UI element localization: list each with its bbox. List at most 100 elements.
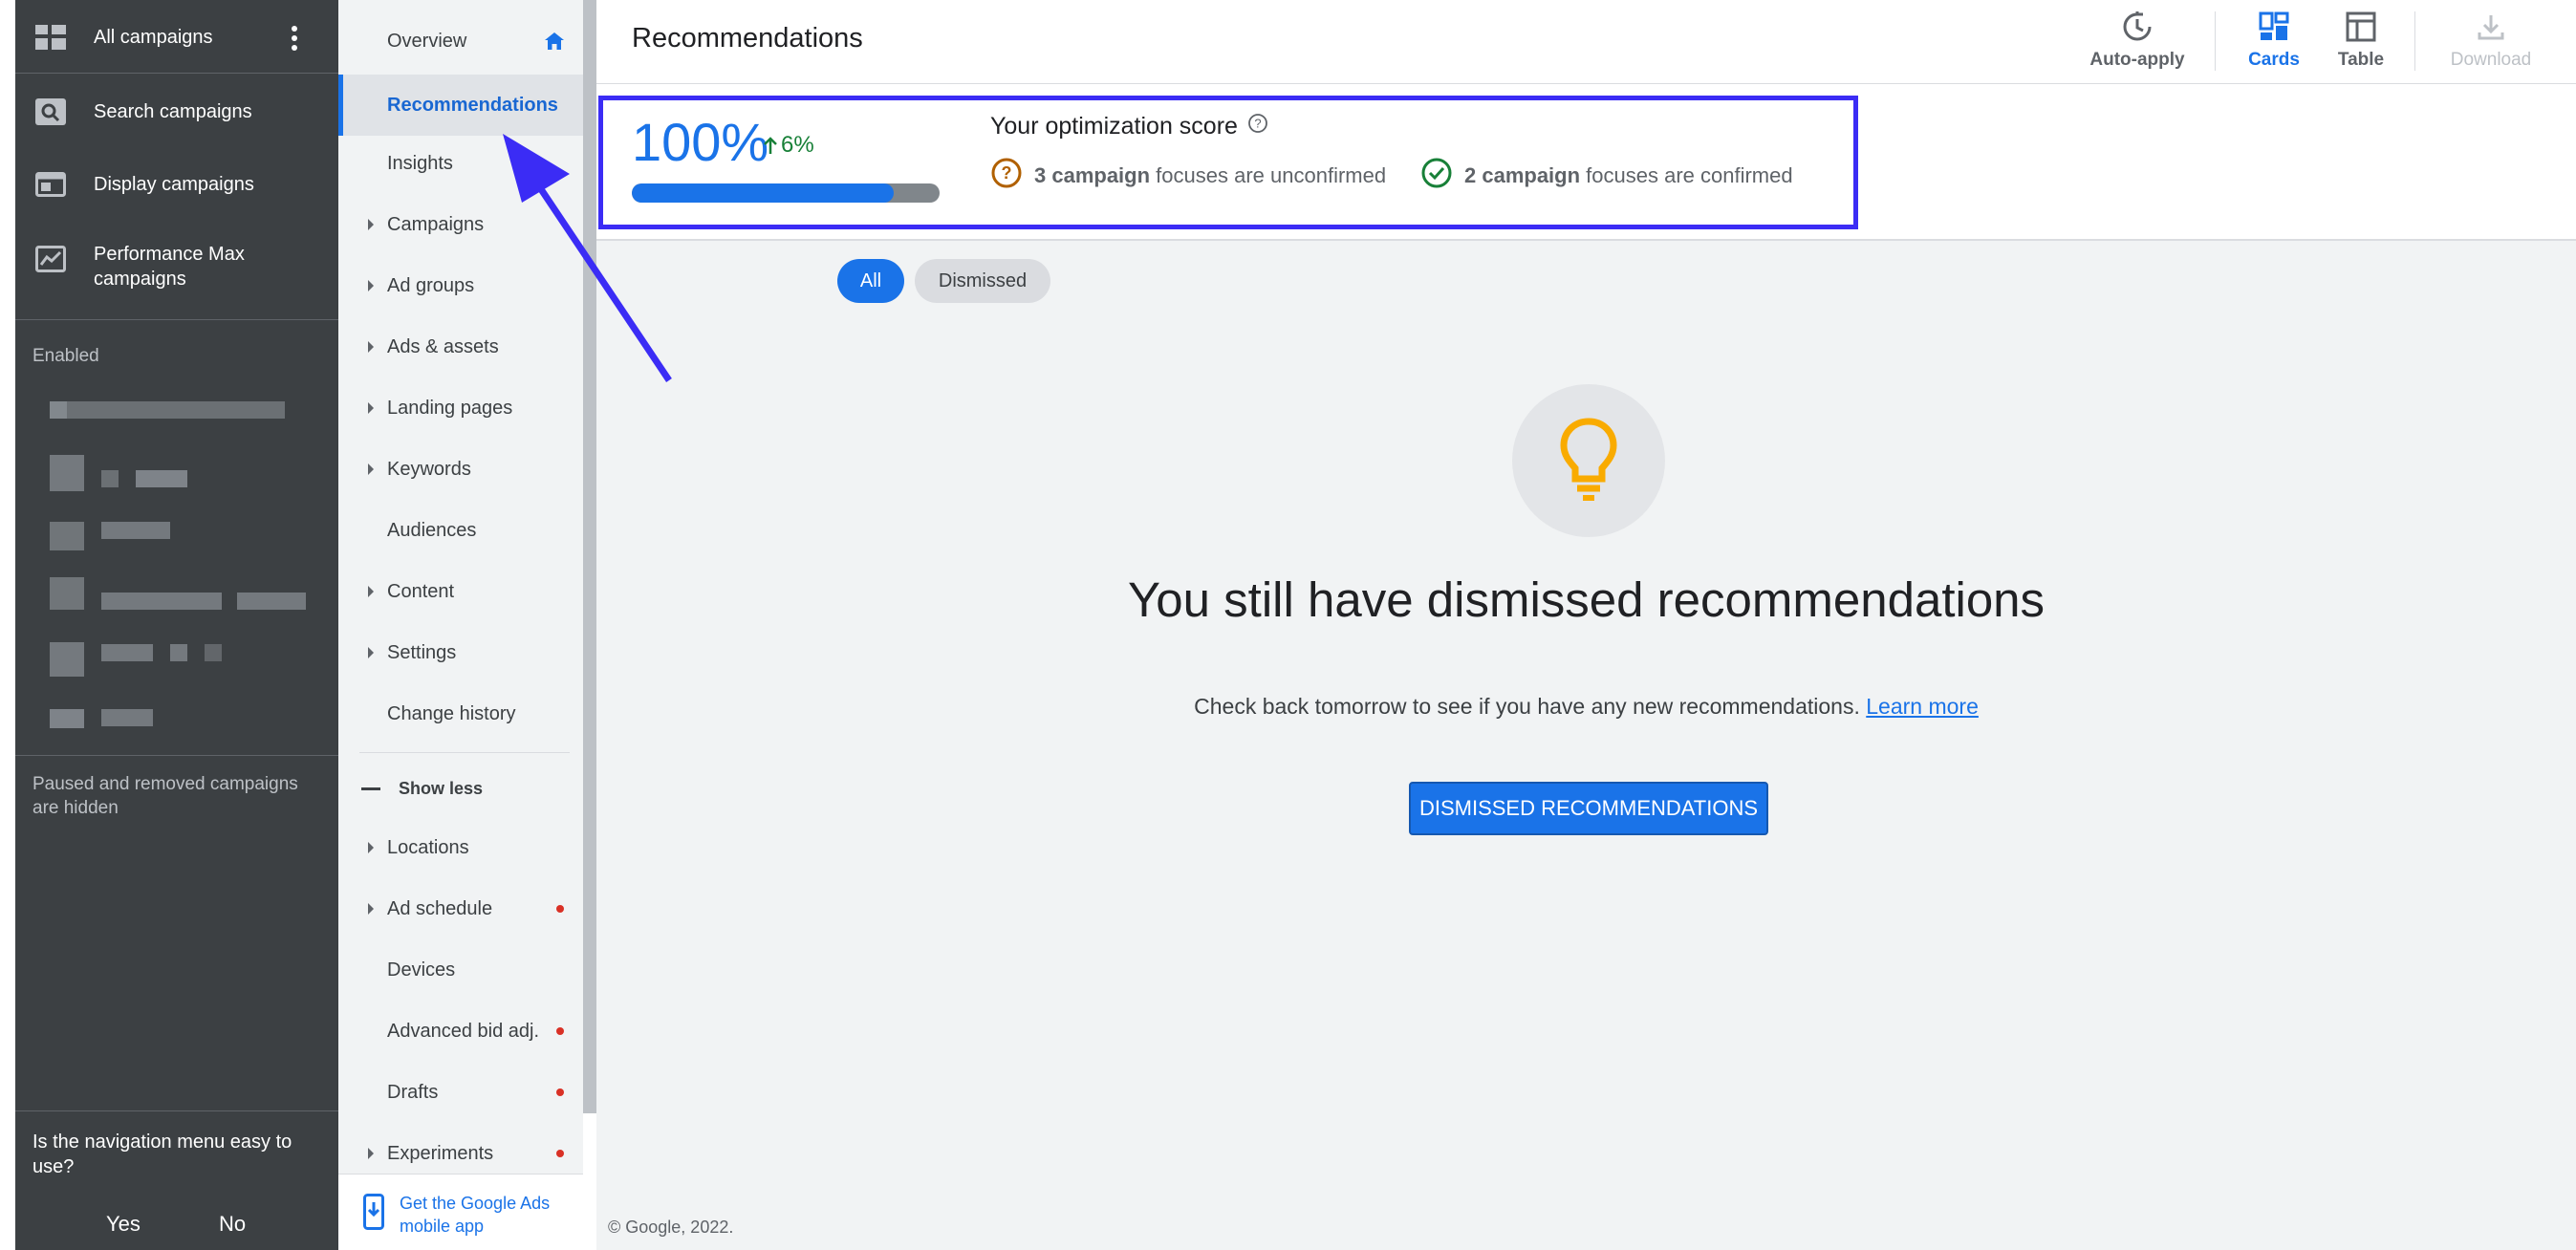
mobile-app-link[interactable]: Get the Google Ads mobile app — [400, 1192, 552, 1238]
all-campaigns-item[interactable]: All campaigns — [15, 17, 338, 57]
campaign-row-redacted[interactable] — [32, 516, 281, 554]
alert-dot — [556, 905, 564, 913]
auto-apply-button[interactable]: Auto-apply — [2075, 10, 2199, 76]
expand-caret-icon — [368, 647, 374, 658]
cards-view-icon — [2259, 11, 2289, 40]
nav-feedback-question: Is the navigation menu easy to use? — [32, 1131, 292, 1177]
score-delta-value: 6% — [781, 132, 814, 158]
unconfirmed-focuses[interactable]: ? 3 campaign focuses are unconfirmed — [990, 157, 1386, 195]
nav-label: Insights — [387, 152, 453, 174]
nav-item-overview[interactable]: Overview — [338, 13, 583, 69]
auto-apply-icon — [2123, 11, 2152, 41]
empty-state-illustration — [1512, 384, 1665, 537]
table-view-icon — [2346, 11, 2376, 42]
campaign-row-redacted[interactable] — [32, 705, 281, 744]
page-title: Recommendations — [632, 23, 863, 54]
arrow-up-icon — [764, 137, 777, 154]
nav-item-ad-schedule[interactable]: Ad schedule — [338, 881, 583, 937]
nav-item-content[interactable]: Content — [338, 564, 583, 619]
nav-item-insights[interactable]: Insights — [338, 136, 583, 191]
confirmed-count: 2 campaign — [1464, 163, 1581, 187]
nav-item-audiences[interactable]: Audiences — [338, 503, 583, 558]
svg-text:?: ? — [1002, 163, 1012, 183]
filter-chip-dismissed[interactable]: Dismissed — [915, 259, 1050, 303]
performance-max-icon — [34, 243, 67, 275]
nav-item-landing-pages[interactable]: Landing pages — [338, 380, 583, 436]
expand-caret-icon — [368, 280, 374, 291]
nav-item-change-history[interactable]: Change history — [338, 686, 583, 742]
expand-caret-icon — [368, 402, 374, 414]
panel-divider — [15, 319, 338, 320]
expand-caret-icon — [368, 463, 374, 475]
nav-item-recommendations[interactable]: Recommendations — [338, 75, 583, 136]
home-icon — [543, 30, 566, 57]
nav-label: Overview — [387, 30, 467, 52]
nav-item-keywords[interactable]: Keywords — [338, 442, 583, 497]
search-campaigns-label: Search campaigns — [94, 101, 252, 122]
nav-divider — [359, 752, 570, 753]
nav-label: Experiments — [387, 1142, 494, 1164]
search-campaign-icon — [34, 96, 67, 128]
nav-label: Landing pages — [387, 397, 513, 419]
campaign-row-redacted[interactable] — [32, 638, 281, 677]
enabled-heading: Enabled — [32, 346, 99, 366]
nav-label: Drafts — [387, 1081, 439, 1103]
empty-state-text: Check back tomorrow to see if you have a… — [1194, 694, 1860, 719]
nav-item-locations[interactable]: Locations — [338, 820, 583, 875]
nav-item-devices[interactable]: Devices — [338, 942, 583, 998]
page-header: Recommendations Auto-apply Cards Table D… — [596, 0, 2576, 84]
display-campaigns-item[interactable]: Display campaigns — [15, 164, 338, 205]
nav-label: Change history — [387, 702, 516, 724]
campaign-row-redacted[interactable] — [32, 453, 281, 491]
nav-scrollbar[interactable] — [583, 0, 596, 1113]
minus-icon — [361, 787, 380, 790]
mobile-phone-icon — [363, 1194, 384, 1235]
check-circle-icon — [1420, 157, 1453, 195]
nav-item-ads-assets[interactable]: Ads & assets — [338, 319, 583, 375]
confirmed-focuses[interactable]: 2 campaign focuses are confirmed — [1420, 157, 1793, 195]
auto-apply-label: Auto-apply — [2089, 50, 2185, 70]
svg-text:?: ? — [1254, 117, 1261, 131]
more-vert-icon[interactable] — [290, 25, 299, 52]
alert-dot — [556, 1088, 564, 1096]
nav-label: Keywords — [387, 458, 471, 480]
grid-icon — [34, 21, 67, 54]
campaign-row-redacted[interactable] — [32, 575, 319, 614]
confirmed-text: focuses are confirmed — [1586, 163, 1793, 187]
show-less-toggle[interactable]: Show less — [338, 761, 583, 816]
expand-caret-icon — [368, 1148, 374, 1159]
all-campaigns-label: All campaigns — [94, 27, 213, 48]
expand-caret-icon — [368, 903, 374, 915]
nav-label: Locations — [387, 836, 469, 858]
table-view-label: Table — [2337, 50, 2385, 70]
learn-more-link[interactable]: Learn more — [1866, 694, 1979, 719]
expand-caret-icon — [368, 586, 374, 597]
nav-item-settings[interactable]: Settings — [338, 625, 583, 680]
optimization-score-panel: 100% 6% Your optimization score ? ? 3 ca… — [596, 84, 2576, 241]
search-campaigns-item[interactable]: Search campaigns — [15, 92, 338, 132]
dismissed-recommendations-button[interactable]: DISMISSED RECOMMENDATIONS — [1409, 782, 1768, 835]
table-view-button[interactable]: Table — [2299, 10, 2423, 76]
expand-caret-icon — [368, 842, 374, 853]
performance-max-item[interactable]: Performance Max campaigns — [15, 237, 338, 296]
score-delta: 6% — [762, 132, 814, 159]
lightbulb-icon — [1558, 416, 1619, 506]
download-button[interactable]: Download — [2429, 10, 2553, 76]
nav-item-drafts[interactable]: Drafts — [338, 1065, 583, 1120]
feedback-yes-button[interactable]: Yes — [106, 1212, 141, 1237]
help-icon[interactable]: ? — [1247, 113, 1268, 140]
panel-divider — [15, 73, 338, 74]
hidden-campaigns-note: Paused and removed campaigns are hidden — [32, 774, 298, 818]
feedback-no-button[interactable]: No — [219, 1212, 246, 1237]
unconfirmed-text: focuses are unconfirmed — [1156, 163, 1387, 187]
display-campaigns-label: Display campaigns — [94, 174, 254, 195]
nav-item-ad-groups[interactable]: Ad groups — [338, 258, 583, 313]
mobile-app-promo[interactable]: Get the Google Ads mobile app — [338, 1174, 583, 1250]
filter-chip-all[interactable]: All — [837, 259, 904, 303]
nav-item-advanced-bid-adj[interactable]: Advanced bid adj. — [338, 1003, 583, 1059]
nav-item-campaigns[interactable]: Campaigns — [338, 197, 583, 252]
nav-label: Recommendations — [387, 94, 558, 116]
toolbar-separator — [2414, 11, 2415, 71]
performance-max-label: Performance Max campaigns — [94, 244, 245, 290]
campaign-row-redacted[interactable] — [32, 392, 285, 430]
